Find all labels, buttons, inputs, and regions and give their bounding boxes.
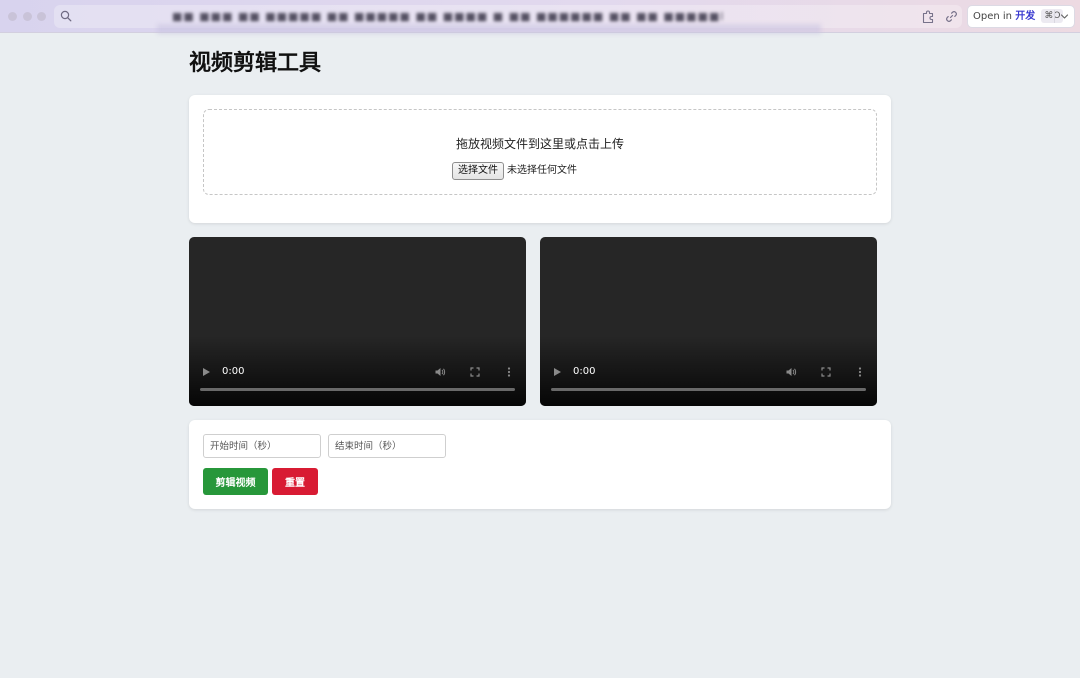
fullscreen-icon[interactable] xyxy=(469,366,481,378)
page-title: 视频剪辑工具 xyxy=(189,51,322,76)
chevron-down-icon[interactable] xyxy=(1060,12,1069,21)
open-in-app-button[interactable]: Open in 开发 ⌘O xyxy=(967,5,1075,28)
video-progress-bar[interactable] xyxy=(200,388,515,391)
choose-file-button[interactable]: 选择文件 xyxy=(452,162,504,180)
open-in-prefix: Open in xyxy=(973,11,1013,22)
browser-toolbar: ■■ ■■■ ■■ ■■■■■ ■■ ■■■■■ ■■ ■■■■ ■ ■■ ■■… xyxy=(0,0,1080,34)
fullscreen-icon[interactable] xyxy=(820,366,832,378)
file-input[interactable]: 选择文件 未选择任何文件 xyxy=(452,162,577,180)
end-time-input[interactable] xyxy=(328,434,446,458)
clip-video-button[interactable]: 剪辑视频 xyxy=(203,468,268,495)
volume-icon[interactable] xyxy=(785,366,797,378)
open-in-divider xyxy=(1054,10,1055,23)
window-zoom-dot[interactable] xyxy=(37,12,46,21)
upload-card: 拖放视频文件到这里或点击上传 选择文件 未选择任何文件 xyxy=(189,95,891,223)
play-icon[interactable] xyxy=(551,366,563,378)
start-time-input[interactable] xyxy=(203,434,321,458)
drop-zone-prompt: 拖放视频文件到这里或点击上传 xyxy=(455,137,624,151)
open-in-app-name: 开发 xyxy=(1015,11,1036,22)
volume-icon[interactable] xyxy=(434,366,446,378)
file-status-text: 未选择任何文件 xyxy=(507,165,577,176)
window-close-dot[interactable] xyxy=(8,12,17,21)
reset-button[interactable]: 重置 xyxy=(272,468,318,495)
clipped-video-player[interactable]: 0:00 xyxy=(540,237,877,406)
window-minimize-dot[interactable] xyxy=(23,12,32,21)
more-options-icon[interactable] xyxy=(854,366,866,378)
link-icon[interactable] xyxy=(944,9,959,24)
address-bar-url: ■■ ■■■ ■■ ■■■■■ ■■ ■■■■■ ■■ ■■■■ ■ ■■ ■■… xyxy=(172,10,725,23)
source-video-player[interactable]: 0:00 xyxy=(189,237,526,406)
clip-controls-card: 剪辑视频 重置 xyxy=(189,420,891,509)
video-time: 0:00 xyxy=(222,366,245,377)
search-icon xyxy=(60,10,72,22)
address-bar-suggestion-strip xyxy=(157,24,821,34)
video-progress-bar[interactable] xyxy=(551,388,866,391)
video-drop-zone[interactable]: 拖放视频文件到这里或点击上传 选择文件 未选择任何文件 xyxy=(203,109,877,195)
puzzle-icon[interactable] xyxy=(921,9,936,24)
video-time: 0:00 xyxy=(573,366,596,377)
play-icon[interactable] xyxy=(200,366,212,378)
more-options-icon[interactable] xyxy=(503,366,515,378)
